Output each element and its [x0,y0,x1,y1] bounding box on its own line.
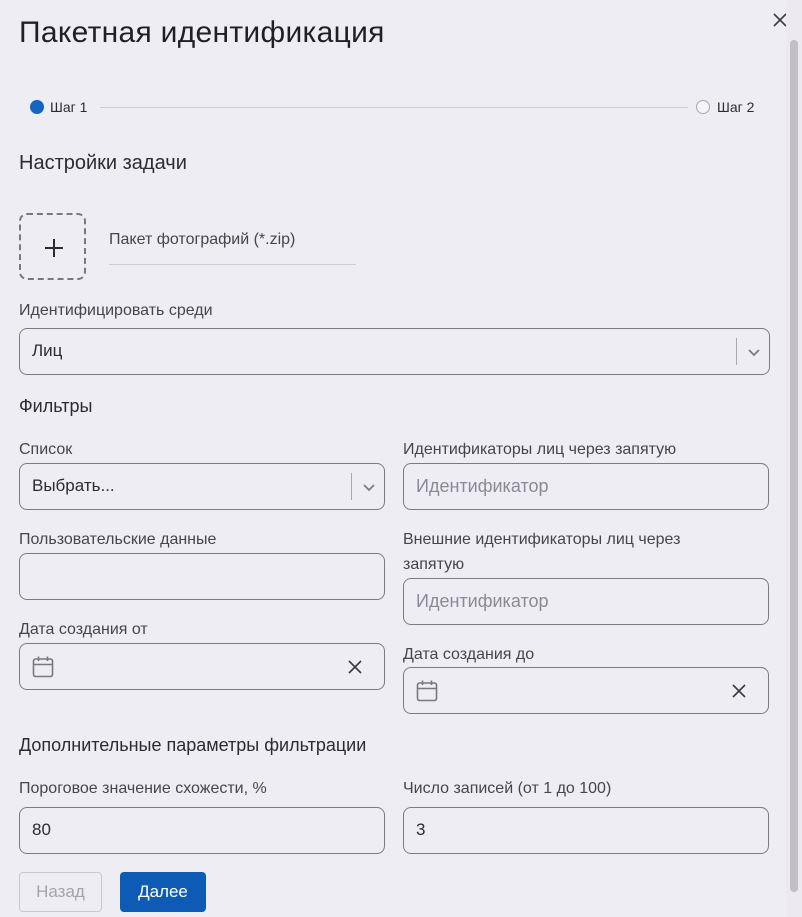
user-data-label: Пользовательские данные [19,531,217,548]
threshold-input[interactable]: 80 [19,807,385,854]
identify-among-label: Идентифицировать среди [19,302,213,319]
list-select[interactable]: Выбрать... [19,463,385,510]
records-value: 3 [416,820,426,839]
upload-underline [109,264,356,265]
threshold-value: 80 [32,820,51,839]
user-data-input[interactable] [19,553,385,600]
stepper-line [100,107,688,108]
records-label: Число записей (от 1 до 100) [403,780,612,797]
filters-heading: Фильтры [19,396,93,416]
upload-label: Пакет фотографий (*.zip) [109,231,296,248]
external-ids-placeholder: Идентификатор [416,591,549,611]
identify-among-select[interactable]: Лиц [19,328,770,375]
clear-icon[interactable] [347,659,363,680]
chevron-down-icon[interactable] [360,478,378,501]
scrollbar-thumb[interactable] [790,40,798,892]
calendar-icon[interactable] [31,655,55,684]
step-1-indicator [30,100,44,114]
dialog-title: Пакетная идентификация [19,16,385,49]
created-to-label: Дата создания до [403,646,535,663]
step-2-label: Шаг 2 [717,99,755,115]
list-value: Выбрать... [32,476,115,495]
next-button[interactable]: Далее [120,872,206,912]
task-settings-heading: Настройки задачи [19,152,187,174]
additional-params-heading: Дополнительные параметры фильтрации [19,735,367,755]
upload-zip-button[interactable] [19,213,86,280]
calendar-icon[interactable] [415,679,439,708]
face-ids-input[interactable]: Идентификатор [403,463,769,510]
chevron-down-icon[interactable] [745,343,763,366]
threshold-label: Пороговое значение схожести, % [19,780,267,797]
plus-icon [43,237,65,264]
identify-among-value: Лиц [32,341,63,360]
select-separator [351,473,352,500]
created-from-label: Дата создания от [19,621,148,638]
clear-icon[interactable] [731,683,747,704]
select-separator [736,338,737,365]
records-input[interactable]: 3 [403,807,769,854]
face-ids-placeholder: Идентификатор [416,476,549,496]
external-ids-label-line2: запятую [403,556,465,573]
step-1-label: Шаг 1 [50,99,88,115]
scrollbar[interactable] [786,0,802,917]
created-to-date-input[interactable] [403,667,769,714]
created-from-date-input[interactable] [19,643,385,690]
list-label: Список [19,441,73,458]
stepper: Шаг 1 Шаг 2 [30,98,760,118]
step-2-indicator [696,100,710,114]
external-ids-input[interactable]: Идентификатор [403,578,769,625]
external-ids-label-line1: Внешние идентификаторы лиц через [403,531,681,548]
face-ids-label: Идентификаторы лиц через запятую [403,441,677,458]
back-button[interactable]: Назад [19,872,102,912]
